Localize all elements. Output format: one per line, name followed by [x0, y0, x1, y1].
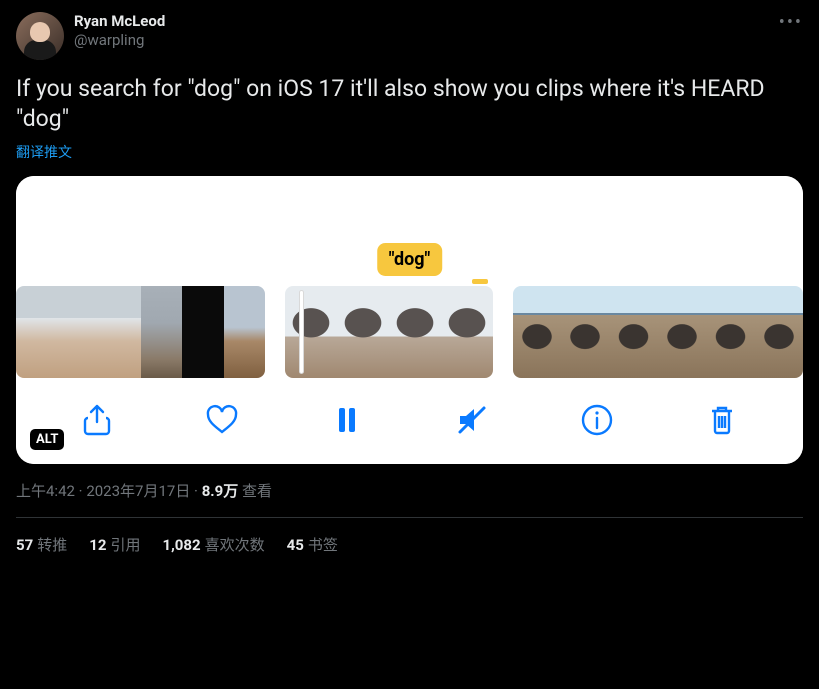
- handle: @warpling: [74, 31, 165, 50]
- heart-icon[interactable]: [204, 402, 240, 438]
- clip-frame: [658, 286, 706, 378]
- tweet-header: Ryan McLeod @warpling •••: [16, 12, 803, 60]
- clip-frame: [141, 286, 183, 378]
- retweets-stat[interactable]: 57转推: [16, 534, 67, 555]
- display-name: Ryan McLeod: [74, 12, 165, 31]
- filmstrip[interactable]: [16, 286, 803, 382]
- pause-icon[interactable]: [329, 402, 365, 438]
- views-count: 8.9万: [202, 482, 239, 500]
- translate-link[interactable]: 翻译推文: [16, 142, 803, 162]
- clip-frame: [755, 286, 803, 378]
- alt-badge[interactable]: ALT: [30, 429, 64, 450]
- tweet-date[interactable]: 2023年7月17日: [86, 482, 190, 500]
- bookmarks-stat[interactable]: 45书签: [287, 534, 338, 555]
- info-icon[interactable]: [579, 402, 615, 438]
- tweet-text: If you search for "dog" on iOS 17 it'll …: [16, 74, 803, 134]
- clip-frame: [337, 286, 389, 378]
- clip-group-2[interactable]: [285, 286, 493, 378]
- clip-frame: [441, 286, 493, 378]
- likes-stat[interactable]: 1,082喜欢次数: [162, 534, 264, 555]
- clip-frame: [513, 286, 561, 378]
- clip-group-1[interactable]: [16, 286, 265, 378]
- clip-frame: [58, 286, 100, 378]
- more-icon[interactable]: •••: [779, 12, 803, 33]
- clip-frame: [389, 286, 441, 378]
- clip-frame: [285, 286, 337, 378]
- clip-frame: [99, 286, 141, 378]
- quotes-stat[interactable]: 12引用: [89, 534, 140, 555]
- clip-frame: [224, 286, 266, 378]
- trash-icon[interactable]: [704, 402, 740, 438]
- tweet-stats: 57转推 12引用 1,082喜欢次数 45书签: [16, 518, 803, 555]
- clip-group-3[interactable]: [513, 286, 804, 378]
- clip-frame: [561, 286, 609, 378]
- clip-frame: [16, 286, 58, 378]
- media-card[interactable]: "dog": [16, 176, 803, 464]
- mute-icon[interactable]: [454, 402, 490, 438]
- views-label: 查看: [238, 482, 272, 500]
- tweet-time[interactable]: 上午4:42: [16, 482, 75, 500]
- clip-frame: [182, 286, 224, 378]
- author-names[interactable]: Ryan McLeod @warpling: [74, 12, 165, 50]
- caption-chip: "dog": [377, 243, 443, 276]
- share-icon[interactable]: [79, 402, 115, 438]
- clip-frame: [706, 286, 754, 378]
- playhead[interactable]: [299, 290, 304, 374]
- media-whitespace: "dog": [16, 176, 803, 286]
- avatar[interactable]: [16, 12, 64, 60]
- caption-marker: [472, 279, 488, 284]
- tweet-meta: 上午4:42 · 2023年7月17日 · 8.9万 查看: [16, 480, 803, 501]
- clip-frame: [609, 286, 657, 378]
- tweet: Ryan McLeod @warpling ••• If you search …: [0, 0, 819, 567]
- ios-toolbar: [16, 382, 803, 464]
